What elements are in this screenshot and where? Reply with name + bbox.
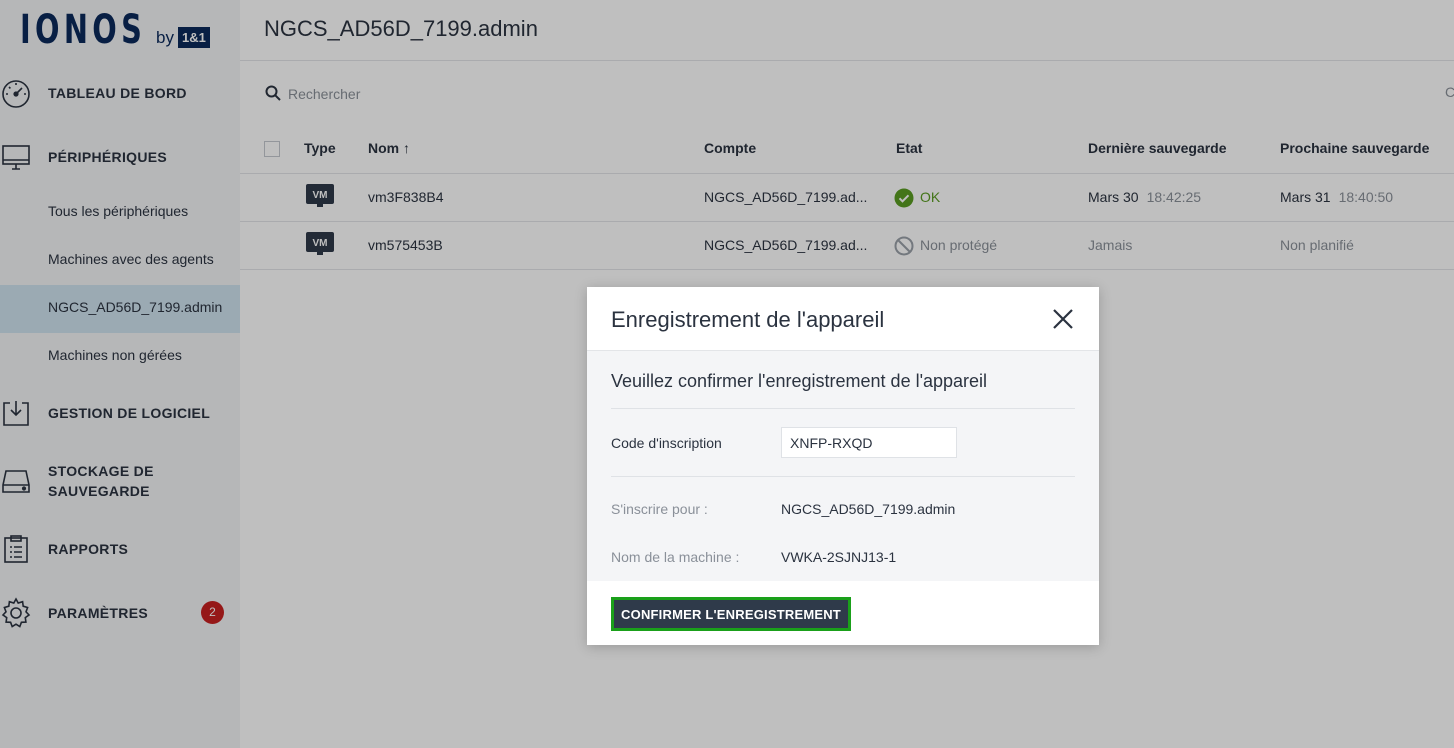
enroll-for-value: NGCS_AD56D_7199.admin xyxy=(781,501,956,517)
machine-name-label: Nom de la machine : xyxy=(611,549,740,565)
dialog-body: Veuillez confirmer l'enregistrement de l… xyxy=(587,351,1099,581)
dialog-footer: CONFIRMER L'ENREGISTREMENT xyxy=(587,581,1099,645)
dialog-header: Enregistrement de l'appareil xyxy=(587,287,1099,351)
confirm-registration-button[interactable]: CONFIRMER L'ENREGISTREMENT xyxy=(611,597,851,631)
code-label: Code d'inscription xyxy=(611,435,722,451)
close-icon[interactable] xyxy=(1049,305,1077,333)
divider xyxy=(611,476,1075,477)
enroll-for-label: S'inscrire pour : xyxy=(611,501,708,517)
dialog-title: Enregistrement de l'appareil xyxy=(611,307,885,332)
machine-name-value: VWKA-2SJNJ13-1 xyxy=(781,549,897,565)
device-registration-dialog: Enregistrement de l'appareil Veuillez co… xyxy=(587,287,1099,645)
divider xyxy=(611,408,1075,409)
dialog-subtitle: Veuillez confirmer l'enregistrement de l… xyxy=(611,371,988,391)
enrollment-code-input[interactable] xyxy=(781,427,957,458)
